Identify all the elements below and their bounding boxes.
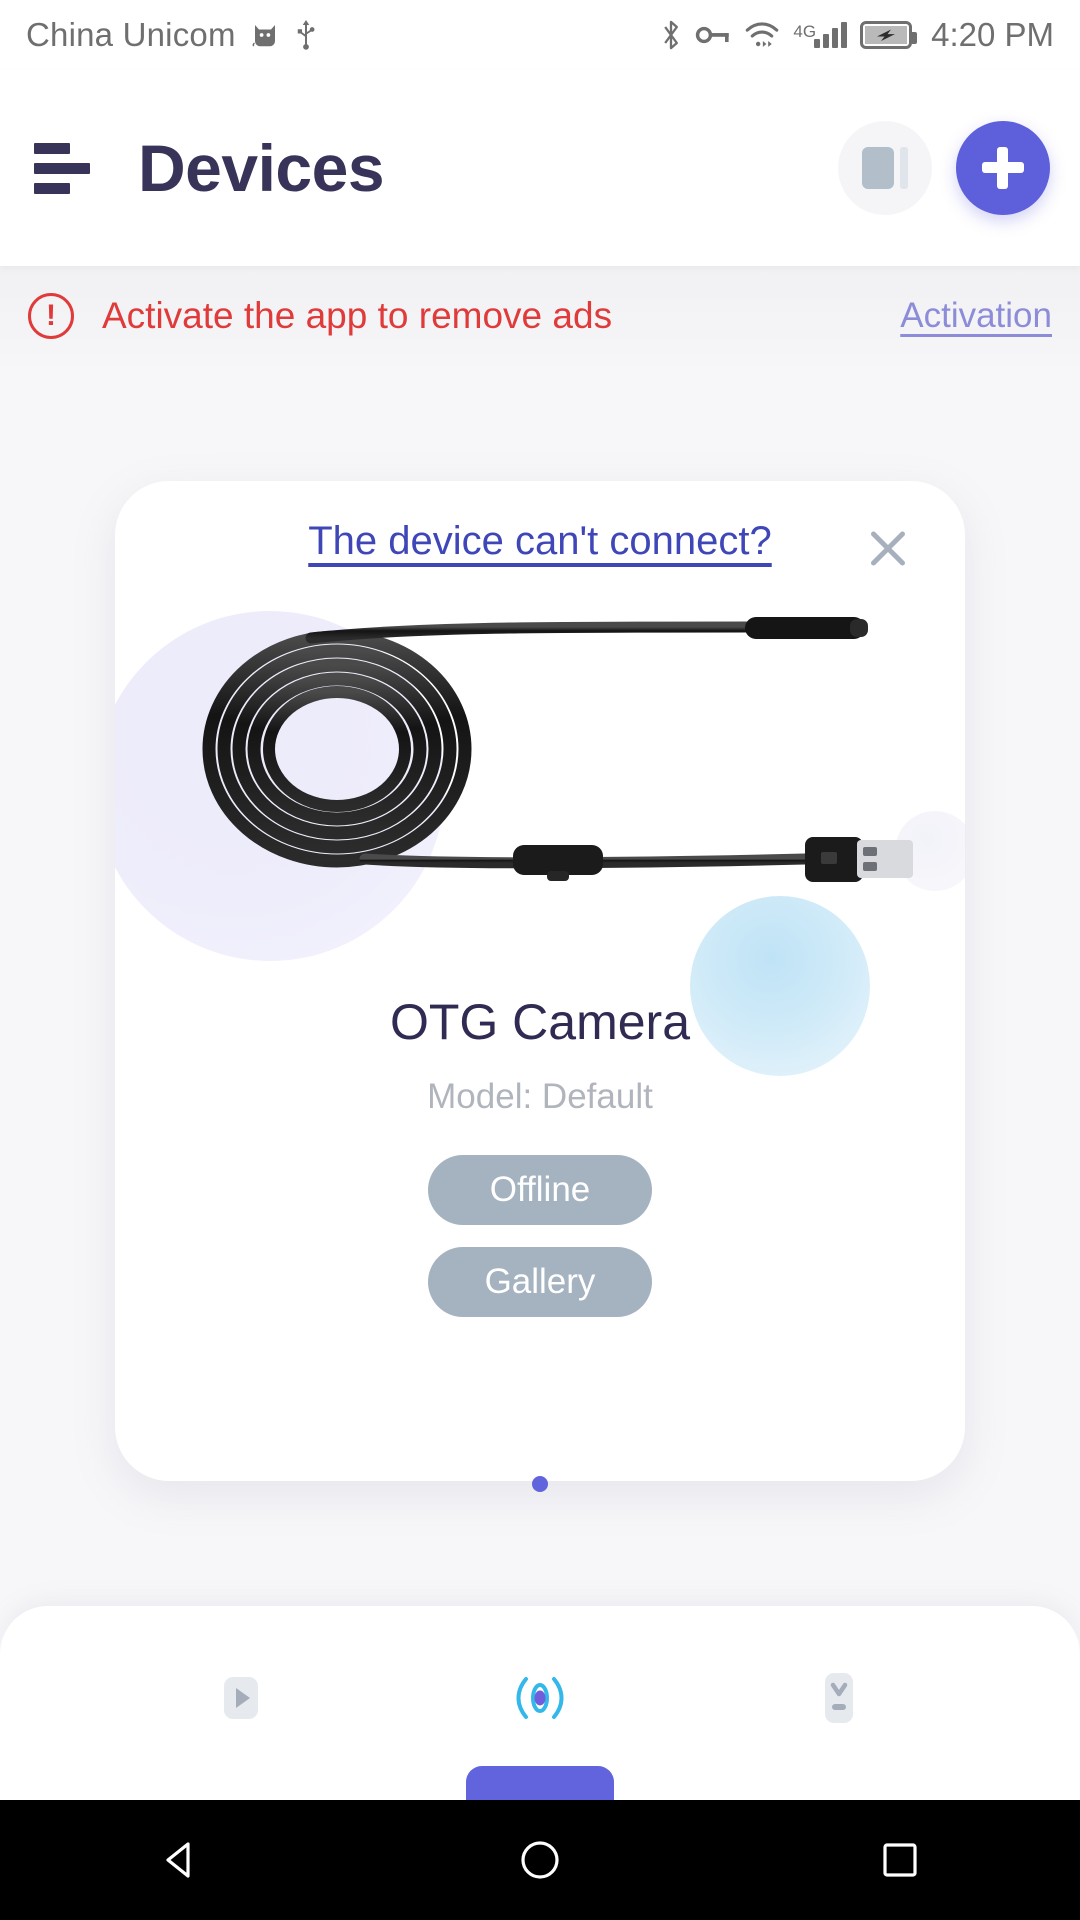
header-actions <box>838 121 1050 215</box>
device-action-buttons: Offline Gallery <box>115 1155 965 1317</box>
plus-icon <box>982 147 1024 189</box>
battery-charging-icon <box>860 21 918 49</box>
network-type-label: 4G <box>793 22 817 41</box>
app-header: Devices <box>0 70 1080 266</box>
ad-activation-banner: ! Activate the app to remove ads Activat… <box>0 266 1080 366</box>
android-navigation-bar <box>0 1800 1080 1920</box>
device-model: Model: Default <box>427 1077 653 1116</box>
home-circle-icon <box>521 1841 559 1879</box>
device-card[interactable]: The device can't connect? OTG Camera Mod… <box>115 481 965 1481</box>
status-bar-left: China Unicom <box>26 16 318 54</box>
broadcast-signal-icon <box>516 1677 564 1719</box>
offline-button[interactable]: Offline <box>428 1155 652 1225</box>
page-dot-active[interactable] <box>532 1476 548 1492</box>
bluetooth-icon <box>664 20 679 50</box>
device-list-area: The device can't connect? OTG Camera Mod… <box>0 366 1080 1606</box>
bottom-tab-bar <box>0 1606 1080 1800</box>
activation-link[interactable]: Activation <box>900 296 1052 336</box>
usb-endoscope-camera-illustration <box>115 609 965 889</box>
nav-back[interactable] <box>110 1800 250 1920</box>
device-card-header: The device can't connect? <box>115 481 965 601</box>
usb-icon <box>297 20 315 50</box>
warning-exclamation-icon: ! <box>28 293 74 339</box>
device-name: OTG Camera <box>389 994 691 1050</box>
play-media-icon <box>224 1677 259 1719</box>
status-bar: China Unicom 4G 4:20 PM <box>0 0 1080 70</box>
bottom-tab-row <box>0 1606 1080 1744</box>
recents-square-icon <box>883 1843 917 1877</box>
carrier-label: China Unicom <box>26 16 236 53</box>
gallery-button[interactable]: Gallery <box>428 1247 652 1317</box>
download-device-icon <box>824 1673 853 1723</box>
vpn-key-icon <box>696 26 730 44</box>
nav-recents[interactable] <box>830 1800 970 1920</box>
hamburger-menu-icon[interactable] <box>30 131 104 205</box>
tab-download[interactable] <box>779 1652 899 1744</box>
active-tab-indicator <box>466 1766 614 1800</box>
wifi-icon <box>746 22 779 47</box>
signal-bars <box>814 22 848 48</box>
tab-media[interactable] <box>181 1652 301 1744</box>
cannot-connect-link[interactable]: The device can't connect? <box>308 519 771 564</box>
app-root: China Unicom 4G 4:20 PM Devices ! Activa… <box>0 0 1080 1920</box>
page-title: Devices <box>138 131 385 205</box>
tab-connect[interactable] <box>480 1652 600 1744</box>
ad-banner-message: Activate the app to remove ads <box>102 295 613 336</box>
layout-toggle-button[interactable] <box>838 121 932 215</box>
cat-icon <box>252 25 275 47</box>
back-triangle-icon <box>166 1842 190 1878</box>
add-device-button[interactable] <box>956 121 1050 215</box>
layout-toggle-icon <box>862 145 908 191</box>
cellular-signal-icon: 4G <box>793 22 848 48</box>
close-icon[interactable] <box>863 523 913 573</box>
status-bar-right: 4G 4:20 PM <box>660 16 1054 54</box>
page-indicator <box>0 1476 1080 1492</box>
status-clock: 4:20 PM <box>931 16 1054 53</box>
nav-home[interactable] <box>470 1800 610 1920</box>
